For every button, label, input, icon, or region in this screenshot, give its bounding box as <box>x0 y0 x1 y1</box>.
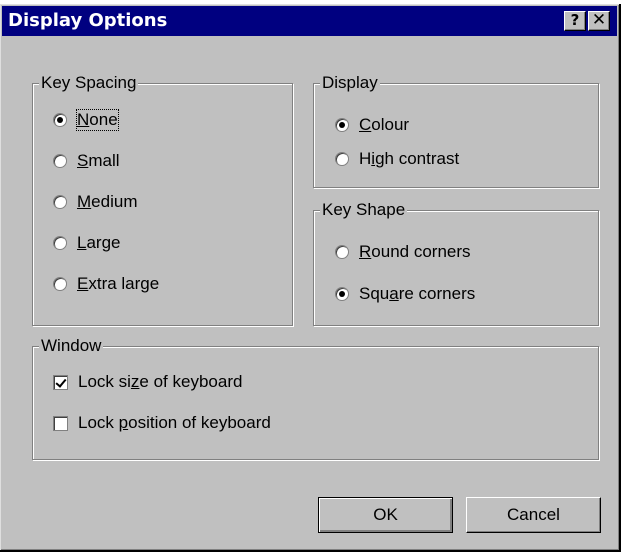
key-shape-legend: Key Shape <box>320 199 408 221</box>
radio-button-icon[interactable] <box>335 245 349 259</box>
spacing-medium-option[interactable]: Medium <box>53 189 137 215</box>
radio-button-icon[interactable] <box>335 118 349 132</box>
option-label: None <box>76 109 119 131</box>
checkbox-icon[interactable] <box>53 374 68 390</box>
key-spacing-legend: Key Spacing <box>39 72 139 94</box>
key-shape-group: Key Shape Round corners Square corners <box>313 199 599 326</box>
option-label: Extra large <box>77 274 160 293</box>
option-label: Round corners <box>359 242 471 261</box>
display-high-contrast-option[interactable]: High contrast <box>335 146 459 172</box>
option-label: Square corners <box>359 284 476 303</box>
display-options-dialog: Display Options ? ✕ Key Spacing None Sma… <box>0 4 621 552</box>
cancel-button[interactable]: Cancel <box>466 497 601 533</box>
ok-button[interactable]: OK <box>318 497 453 533</box>
radio-button-icon[interactable] <box>53 113 67 127</box>
spacing-extra-large-option[interactable]: Extra large <box>53 271 159 297</box>
radio-button-icon[interactable] <box>53 195 67 209</box>
option-label: Large <box>77 233 121 252</box>
spacing-none-option[interactable]: None <box>53 107 119 133</box>
title-bar[interactable]: Display Options ? ✕ <box>2 6 617 36</box>
option-label: Small <box>77 151 120 170</box>
display-group: Display Colour High contrast <box>313 72 599 188</box>
spacing-large-option[interactable]: Large <box>53 230 121 256</box>
radio-button-icon[interactable] <box>335 287 349 301</box>
shape-square-corners-option[interactable]: Square corners <box>335 281 475 307</box>
display-legend: Display <box>320 72 380 94</box>
radio-button-icon[interactable] <box>53 277 67 291</box>
close-button[interactable]: ✕ <box>588 11 610 31</box>
option-label: High contrast <box>359 149 460 168</box>
radio-button-icon[interactable] <box>335 152 349 166</box>
window-group: Window Lock size of keyboard Lock positi… <box>32 335 599 460</box>
radio-button-icon[interactable] <box>53 154 67 168</box>
window-legend: Window <box>39 335 104 357</box>
checkbox-icon[interactable] <box>53 415 68 431</box>
close-icon: ✕ <box>591 10 607 30</box>
lock-position-checkbox-option[interactable]: Lock position of keyboard <box>53 410 271 436</box>
option-label: Lock position of keyboard <box>78 413 271 432</box>
key-spacing-group: Key Spacing None Small Medium Large Extr… <box>32 72 293 326</box>
option-label: Lock size of keyboard <box>78 372 243 391</box>
option-label: Colour <box>359 115 410 134</box>
display-colour-option[interactable]: Colour <box>335 112 409 138</box>
shape-round-corners-option[interactable]: Round corners <box>335 239 471 265</box>
option-label: Medium <box>77 192 138 211</box>
help-button[interactable]: ? <box>564 11 586 31</box>
lock-size-checkbox-option[interactable]: Lock size of keyboard <box>53 369 242 395</box>
window-title: Display Options <box>8 10 168 31</box>
radio-button-icon[interactable] <box>53 236 67 250</box>
help-icon: ? <box>570 11 580 29</box>
spacing-small-option[interactable]: Small <box>53 148 120 174</box>
